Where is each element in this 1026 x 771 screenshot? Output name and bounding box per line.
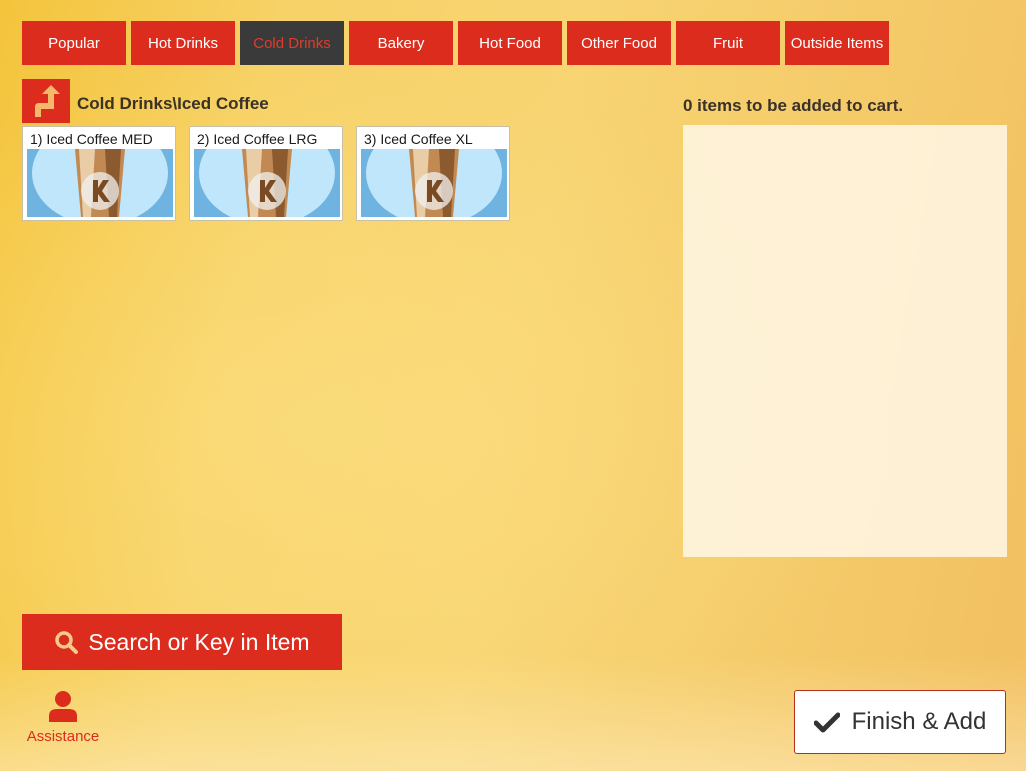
tab-cold-drinks[interactable]: Cold Drinks xyxy=(240,21,344,65)
iced-coffee-image xyxy=(361,149,507,217)
iced-coffee-image xyxy=(194,149,340,217)
breadcrumb: Cold Drinks\Iced Coffee xyxy=(77,94,269,113)
assistance-label: Assistance xyxy=(26,728,100,745)
search-icon xyxy=(55,631,79,654)
up-folder-button[interactable] xyxy=(22,79,70,123)
tab-popular[interactable]: Popular xyxy=(22,21,126,65)
item-grid: 1) Iced Coffee MED 2) Iced Coffee LRG 3)… xyxy=(22,126,510,221)
search-button-label: Search or Key in Item xyxy=(88,628,310,655)
tab-fruit[interactable]: Fruit xyxy=(676,21,780,65)
cart-status: 0 items to be added to cart. xyxy=(683,96,904,115)
assistance-button[interactable]: Assistance xyxy=(22,690,104,745)
tab-outside-items[interactable]: Outside Items xyxy=(785,21,889,65)
item-tile[interactable]: 3) Iced Coffee XL xyxy=(356,126,510,221)
iced-coffee-image xyxy=(27,149,173,217)
item-label: 1) Iced Coffee MED xyxy=(30,131,153,147)
item-label: 2) Iced Coffee LRG xyxy=(197,131,318,147)
tab-hot-drinks[interactable]: Hot Drinks xyxy=(131,21,235,65)
tab-bakery[interactable]: Bakery xyxy=(349,21,453,65)
item-tile[interactable]: 1) Iced Coffee MED xyxy=(22,126,176,221)
item-tile[interactable]: 2) Iced Coffee LRG xyxy=(189,126,343,221)
checkmark-icon xyxy=(813,712,840,733)
tab-hot-food[interactable]: Hot Food xyxy=(458,21,562,65)
arrow-up-icon xyxy=(35,85,60,117)
tab-other-food[interactable]: Other Food xyxy=(567,21,671,65)
category-tabs: Popular Hot Drinks Cold Drinks Bakery Ho… xyxy=(22,21,889,65)
item-label: 3) Iced Coffee XL xyxy=(364,131,473,147)
finish-and-add-button[interactable]: Finish & Add xyxy=(794,690,1006,754)
finish-button-label: Finish & Add xyxy=(851,708,987,735)
person-icon xyxy=(49,691,77,722)
search-button[interactable]: Search or Key in Item xyxy=(22,614,342,670)
cart-panel xyxy=(683,125,1007,557)
